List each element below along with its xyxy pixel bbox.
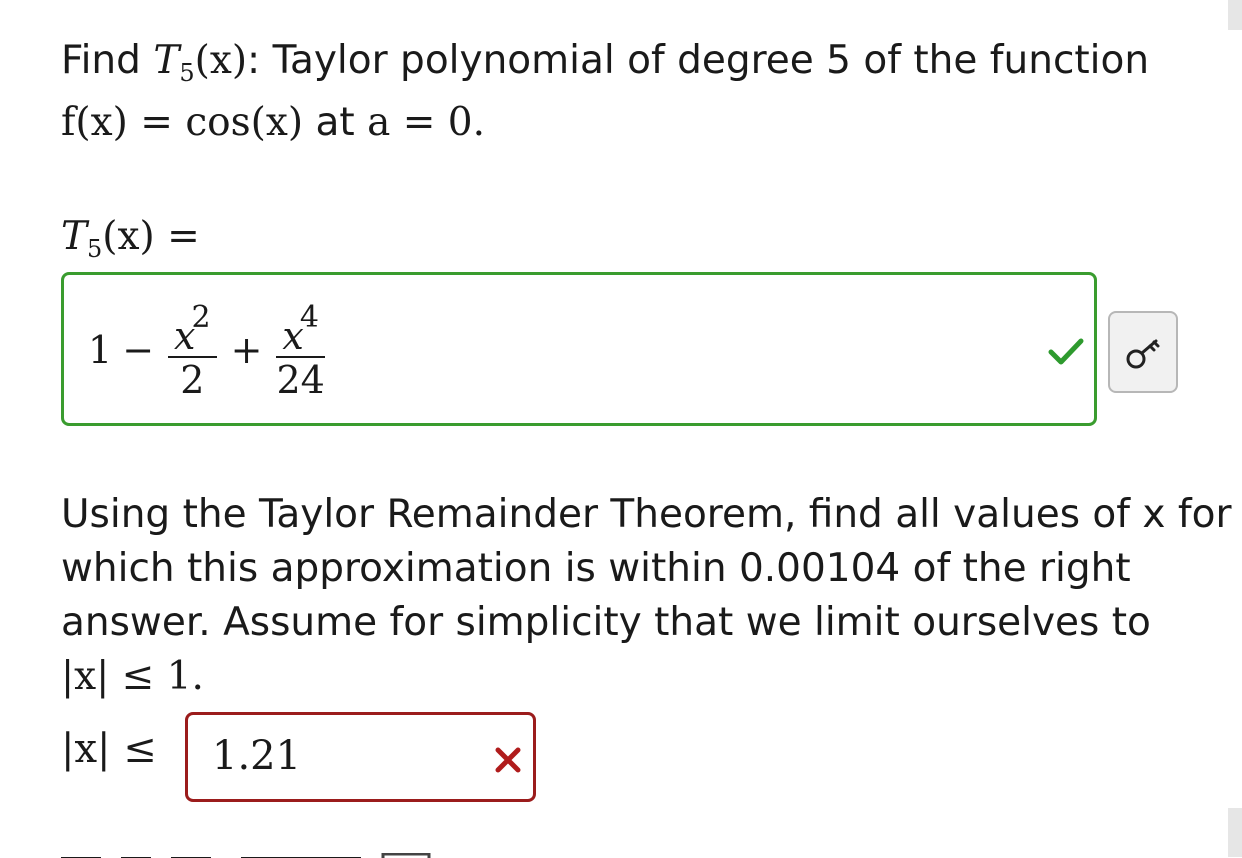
remainder-answer-value: 1.21	[212, 733, 302, 779]
fraction-x4-over-24: x4 24	[276, 298, 325, 402]
lhs-T-subscript: 5	[87, 235, 103, 263]
constant-term: 1	[88, 328, 113, 372]
center-point: a = 0.	[367, 100, 486, 145]
question1-T-argument: (x)	[194, 38, 248, 83]
question2-line1: Using the Taylor Remainder Theorem, find…	[61, 492, 1232, 537]
fraction2-denominator: 24	[276, 358, 325, 402]
function-definition: f(x) = cos(x)	[61, 100, 304, 145]
taylor-polynomial-expression: 1 − x2 2 + x4 24	[88, 295, 329, 405]
lhs-T-symbol: T	[61, 214, 88, 259]
cross-icon	[495, 747, 521, 773]
question1-T-symbol: T	[153, 38, 180, 83]
scrollbar-track-bottom[interactable]	[1228, 808, 1242, 857]
question2-line3: answer. Assume for simplicity that we li…	[61, 600, 1151, 645]
show-answer-key-button[interactable]	[1108, 311, 1178, 393]
question1-T-subscript: 5	[179, 59, 195, 87]
question2-line2: which this approximation is within 0.001…	[61, 546, 1131, 591]
fraction-x2-over-2: x2 2	[168, 298, 217, 402]
key-icon	[1126, 339, 1160, 369]
lhs-rest: (x) =	[102, 214, 200, 259]
fraction1-denominator: 2	[180, 358, 205, 402]
question1-find-text: Find	[61, 38, 154, 83]
remainder-answer-field[interactable]: 1.21	[185, 712, 536, 802]
answer1-lhs: T5(x) =	[61, 210, 200, 276]
plus-sign: +	[230, 328, 263, 372]
question1-line1: Find T5(x): Taylor polynomial of degree …	[61, 34, 1149, 100]
question2-line4: |x| ≤ 1.	[61, 654, 204, 699]
taylor-polynomial-answer-field[interactable]: 1 − x2 2 + x4 24	[61, 272, 1097, 426]
question1-description: : Taylor polynomial of degree 5 of the f…	[247, 38, 1150, 83]
fraction1-exponent: 2	[191, 300, 211, 335]
check-icon	[1048, 338, 1084, 365]
at-text: at	[303, 100, 368, 145]
question1-line2: f(x) = cos(x) at a = 0.	[61, 96, 485, 150]
minus-sign: −	[122, 328, 155, 372]
scrollbar-track-top[interactable]	[1228, 0, 1242, 30]
abs-x-label: |x| ≤	[61, 726, 157, 772]
fraction2-exponent: 4	[299, 300, 319, 335]
